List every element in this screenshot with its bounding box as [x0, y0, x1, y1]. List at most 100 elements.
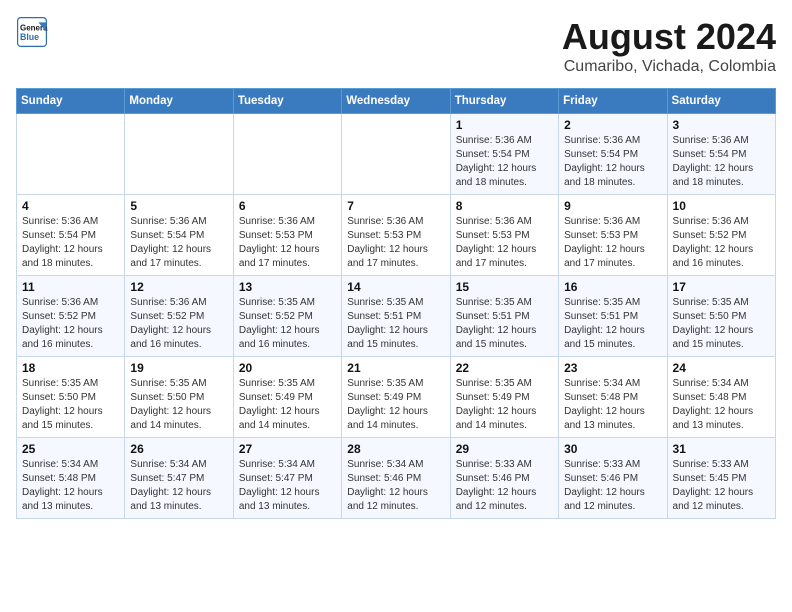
day-info: Sunrise: 5:35 AM Sunset: 5:49 PM Dayligh… [347, 377, 444, 433]
weekday-header-friday: Friday [559, 89, 667, 114]
calendar-cell: 4 Sunrise: 5:36 AM Sunset: 5:54 PM Daylig… [17, 195, 125, 276]
day-number: 22 [456, 361, 553, 375]
day-info: Sunrise: 5:36 AM Sunset: 5:53 PM Dayligh… [564, 215, 661, 271]
day-info: Sunrise: 5:35 AM Sunset: 5:49 PM Dayligh… [456, 377, 553, 433]
day-info: Sunrise: 5:35 AM Sunset: 5:51 PM Dayligh… [564, 296, 661, 352]
svg-text:Blue: Blue [20, 32, 39, 42]
calendar-cell: 30Sunrise: 5:33 AM Sunset: 5:46 PM Dayli… [559, 438, 667, 519]
day-number: 11 [22, 280, 119, 294]
calendar-cell: 15Sunrise: 5:35 AM Sunset: 5:51 PM Dayli… [450, 276, 558, 357]
day-info: Sunrise: 5:34 AM Sunset: 5:46 PM Dayligh… [347, 458, 444, 514]
calendar-cell: 8 Sunrise: 5:36 AM Sunset: 5:53 PM Daylig… [450, 195, 558, 276]
day-info: Sunrise: 5:33 AM Sunset: 5:46 PM Dayligh… [456, 458, 553, 514]
day-number: 21 [347, 361, 444, 375]
day-info: Sunrise: 5:33 AM Sunset: 5:45 PM Dayligh… [673, 458, 770, 514]
day-info: Sunrise: 5:34 AM Sunset: 5:47 PM Dayligh… [130, 458, 227, 514]
calendar-cell: 14Sunrise: 5:35 AM Sunset: 5:51 PM Dayli… [342, 276, 450, 357]
day-info: Sunrise: 5:36 AM Sunset: 5:52 PM Dayligh… [673, 215, 770, 271]
day-number: 20 [239, 361, 336, 375]
calendar-cell: 28 Sunrise: 5:34 AM Sunset: 5:46 PM Dayli… [342, 438, 450, 519]
calendar-cell: 24Sunrise: 5:34 AM Sunset: 5:48 PM Dayli… [667, 357, 775, 438]
day-info: Sunrise: 5:36 AM Sunset: 5:54 PM Dayligh… [564, 134, 661, 190]
day-number: 23 [564, 361, 661, 375]
day-number: 19 [130, 361, 227, 375]
day-info: Sunrise: 5:36 AM Sunset: 5:54 PM Dayligh… [22, 215, 119, 271]
calendar-cell: 25 Sunrise: 5:34 AM Sunset: 5:48 PM Dayli… [17, 438, 125, 519]
calendar-cell: 3 Sunrise: 5:36 AM Sunset: 5:54 PM Daylig… [667, 114, 775, 195]
day-info: Sunrise: 5:35 AM Sunset: 5:52 PM Dayligh… [239, 296, 336, 352]
page-title: August 2024 [562, 16, 776, 58]
week-row-4: 18 Sunrise: 5:35 AM Sunset: 5:50 PM Dayli… [17, 357, 776, 438]
day-number: 3 [673, 118, 770, 132]
weekday-header-monday: Monday [125, 89, 233, 114]
calendar-cell: 31 Sunrise: 5:33 AM Sunset: 5:45 PM Dayli… [667, 438, 775, 519]
day-info: Sunrise: 5:34 AM Sunset: 5:48 PM Dayligh… [22, 458, 119, 514]
title-area: August 2024 Cumaribo, Vichada, Colombia [562, 16, 776, 76]
calendar-cell: 17 Sunrise: 5:35 AM Sunset: 5:50 PM Dayli… [667, 276, 775, 357]
day-number: 27 [239, 442, 336, 456]
day-number: 8 [456, 199, 553, 213]
calendar-cell: 5Sunrise: 5:36 AM Sunset: 5:54 PM Daylig… [125, 195, 233, 276]
day-info: Sunrise: 5:36 AM Sunset: 5:54 PM Dayligh… [456, 134, 553, 190]
calendar-cell: 13 Sunrise: 5:35 AM Sunset: 5:52 PM Dayli… [233, 276, 341, 357]
calendar-cell: 6 Sunrise: 5:36 AM Sunset: 5:53 PM Daylig… [233, 195, 341, 276]
day-number: 26 [130, 442, 227, 456]
day-number: 10 [673, 199, 770, 213]
calendar-cell [342, 114, 450, 195]
day-number: 24 [673, 361, 770, 375]
day-info: Sunrise: 5:33 AM Sunset: 5:46 PM Dayligh… [564, 458, 661, 514]
calendar-cell: 16 Sunrise: 5:35 AM Sunset: 5:51 PM Dayli… [559, 276, 667, 357]
day-number: 12 [130, 280, 227, 294]
calendar-cell: 29 Sunrise: 5:33 AM Sunset: 5:46 PM Dayli… [450, 438, 558, 519]
day-info: Sunrise: 5:36 AM Sunset: 5:52 PM Dayligh… [130, 296, 227, 352]
weekday-header-row: SundayMondayTuesdayWednesdayThursdayFrid… [17, 89, 776, 114]
logo: General Blue [16, 16, 48, 48]
day-number: 25 [22, 442, 119, 456]
day-info: Sunrise: 5:34 AM Sunset: 5:48 PM Dayligh… [564, 377, 661, 433]
calendar-cell: 22 Sunrise: 5:35 AM Sunset: 5:49 PM Dayli… [450, 357, 558, 438]
day-info: Sunrise: 5:35 AM Sunset: 5:50 PM Dayligh… [130, 377, 227, 433]
day-info: Sunrise: 5:36 AM Sunset: 5:53 PM Dayligh… [347, 215, 444, 271]
day-number: 29 [456, 442, 553, 456]
calendar-cell [233, 114, 341, 195]
day-info: Sunrise: 5:36 AM Sunset: 5:53 PM Dayligh… [456, 215, 553, 271]
calendar-cell: 20 Sunrise: 5:35 AM Sunset: 5:49 PM Dayli… [233, 357, 341, 438]
calendar-cell: 23 Sunrise: 5:34 AM Sunset: 5:48 PM Dayli… [559, 357, 667, 438]
weekday-header-thursday: Thursday [450, 89, 558, 114]
day-number: 13 [239, 280, 336, 294]
day-number: 1 [456, 118, 553, 132]
calendar-cell [125, 114, 233, 195]
header: General Blue August 2024 Cumaribo, Vicha… [16, 16, 776, 76]
calendar-cell [17, 114, 125, 195]
day-number: 18 [22, 361, 119, 375]
day-info: Sunrise: 5:36 AM Sunset: 5:53 PM Dayligh… [239, 215, 336, 271]
day-number: 2 [564, 118, 661, 132]
day-number: 28 [347, 442, 444, 456]
day-info: Sunrise: 5:35 AM Sunset: 5:50 PM Dayligh… [673, 296, 770, 352]
calendar-cell: 26 Sunrise: 5:34 AM Sunset: 5:47 PM Dayli… [125, 438, 233, 519]
day-info: Sunrise: 5:35 AM Sunset: 5:49 PM Dayligh… [239, 377, 336, 433]
day-info: Sunrise: 5:36 AM Sunset: 5:54 PM Dayligh… [673, 134, 770, 190]
day-number: 6 [239, 199, 336, 213]
day-info: Sunrise: 5:35 AM Sunset: 5:50 PM Dayligh… [22, 377, 119, 433]
week-row-5: 25 Sunrise: 5:34 AM Sunset: 5:48 PM Dayli… [17, 438, 776, 519]
day-number: 15 [456, 280, 553, 294]
day-info: Sunrise: 5:36 AM Sunset: 5:52 PM Dayligh… [22, 296, 119, 352]
calendar-cell: 7Sunrise: 5:36 AM Sunset: 5:53 PM Daylig… [342, 195, 450, 276]
day-number: 17 [673, 280, 770, 294]
day-number: 16 [564, 280, 661, 294]
day-info: Sunrise: 5:35 AM Sunset: 5:51 PM Dayligh… [347, 296, 444, 352]
weekday-header-tuesday: Tuesday [233, 89, 341, 114]
logo-icon: General Blue [16, 16, 48, 48]
day-info: Sunrise: 5:36 AM Sunset: 5:54 PM Dayligh… [130, 215, 227, 271]
day-number: 4 [22, 199, 119, 213]
calendar-cell: 11 Sunrise: 5:36 AM Sunset: 5:52 PM Dayli… [17, 276, 125, 357]
calendar-cell: 2 Sunrise: 5:36 AM Sunset: 5:54 PM Daylig… [559, 114, 667, 195]
day-number: 31 [673, 442, 770, 456]
calendar-cell: 10 Sunrise: 5:36 AM Sunset: 5:52 PM Dayli… [667, 195, 775, 276]
weekday-header-wednesday: Wednesday [342, 89, 450, 114]
calendar-cell: 9Sunrise: 5:36 AM Sunset: 5:53 PM Daylig… [559, 195, 667, 276]
calendar-table: SundayMondayTuesdayWednesdayThursdayFrid… [16, 88, 776, 519]
weekday-header-sunday: Sunday [17, 89, 125, 114]
weekday-header-saturday: Saturday [667, 89, 775, 114]
